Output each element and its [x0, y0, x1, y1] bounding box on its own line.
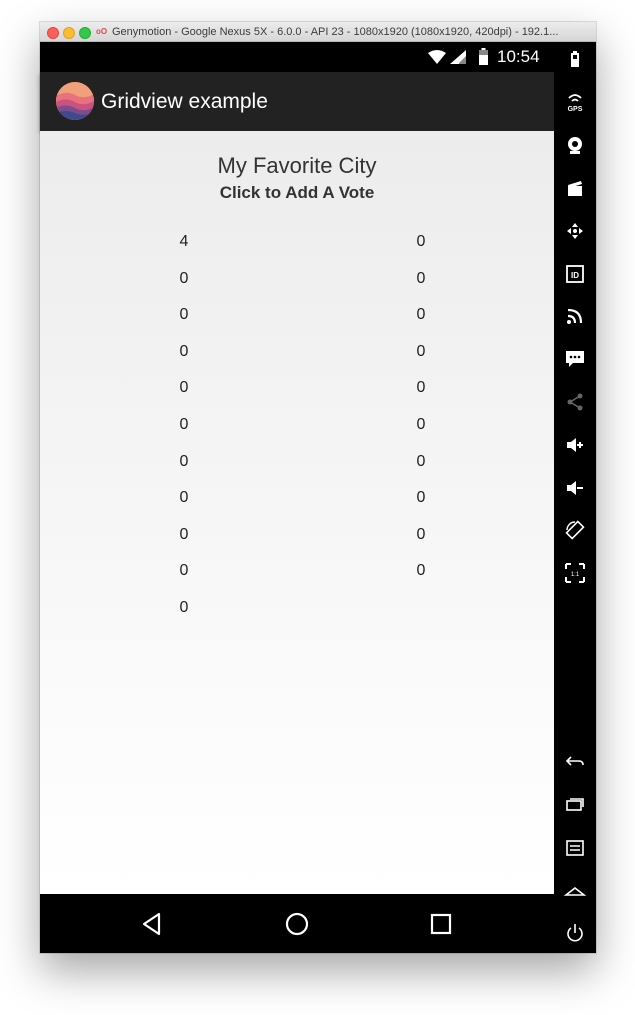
- vote-count-cell[interactable]: 0: [401, 304, 441, 326]
- genymotion-logo-icon: oO: [96, 27, 108, 36]
- vote-count-cell[interactable]: 0: [164, 597, 204, 619]
- close-window-button[interactable]: [47, 27, 59, 39]
- vote-count-cell[interactable]: 0: [164, 487, 204, 509]
- window-titlebar: oO Genymotion - Google Nexus 5X - 6.0.0 …: [40, 22, 596, 42]
- svg-text:ID: ID: [571, 271, 579, 280]
- vote-grid: 4 0 0 0 0 0 0 0 0 0 0 0 0 0 0 0 0 0 0 0 0: [40, 131, 554, 894]
- emulator-sidebar: GPS ID 1:1: [554, 42, 596, 953]
- genymotion-window: oO Genymotion - Google Nexus 5X - 6.0.0 …: [40, 22, 596, 953]
- vote-count-cell[interactable]: 0: [164, 560, 204, 582]
- battery-icon[interactable]: [564, 49, 586, 71]
- main-content: My Favorite City Click to Add A Vote 400…: [40, 131, 554, 894]
- power-icon[interactable]: [564, 922, 586, 944]
- phone-screen: 10:54 Gridview example My Favorite City …: [40, 42, 554, 953]
- navigation-bar: [40, 894, 554, 953]
- back-icon[interactable]: [564, 750, 586, 772]
- recents-square-icon[interactable]: [426, 909, 456, 939]
- svg-text:GPS: GPS: [568, 106, 583, 113]
- action-bar: Gridview example: [40, 72, 554, 131]
- home-icon[interactable]: [564, 879, 586, 901]
- signal-icon: [450, 50, 466, 64]
- volume-down-icon[interactable]: [564, 477, 586, 499]
- rotate-icon[interactable]: [564, 519, 586, 541]
- scale-icon[interactable]: 1:1: [564, 562, 586, 584]
- vote-count-cell[interactable]: 0: [164, 414, 204, 436]
- vote-count-cell[interactable]: 0: [164, 377, 204, 399]
- clapperboard-icon[interactable]: [564, 177, 586, 199]
- battery-icon: [479, 48, 488, 65]
- status-bar: 10:54: [40, 42, 554, 72]
- maximize-window-button[interactable]: [79, 27, 91, 39]
- webcam-icon[interactable]: [564, 134, 586, 156]
- vote-count-cell[interactable]: 0: [401, 377, 441, 399]
- vote-count-cell[interactable]: 0: [164, 341, 204, 363]
- menu-icon[interactable]: [564, 836, 586, 858]
- vote-count-cell[interactable]: 0: [401, 560, 441, 582]
- cast-icon[interactable]: [564, 305, 586, 327]
- vote-count-cell[interactable]: 0: [401, 487, 441, 509]
- vote-count-cell[interactable]: 0: [401, 414, 441, 436]
- wifi-icon: [428, 50, 446, 64]
- volume-up-icon[interactable]: [564, 434, 586, 456]
- vote-count-cell[interactable]: 0: [401, 524, 441, 546]
- status-time: 10:54: [497, 47, 540, 66]
- back-triangle-icon[interactable]: [139, 909, 169, 939]
- vote-count-cell[interactable]: 0: [401, 451, 441, 473]
- vote-count-cell[interactable]: 0: [401, 341, 441, 363]
- home-circle-icon[interactable]: [282, 909, 312, 939]
- app-title: Gridview example: [101, 90, 268, 113]
- vote-count-cell[interactable]: 0: [164, 304, 204, 326]
- dpad-icon[interactable]: [564, 220, 586, 242]
- app-logo-icon: [56, 82, 94, 120]
- id-icon[interactable]: ID: [564, 263, 586, 285]
- vote-count-cell[interactable]: 4: [164, 231, 204, 253]
- vote-count-cell[interactable]: 0: [164, 451, 204, 473]
- sms-icon[interactable]: [564, 348, 586, 370]
- minimize-window-button[interactable]: [63, 27, 75, 39]
- svg-text:1:1: 1:1: [571, 572, 580, 578]
- vote-count-cell[interactable]: 0: [164, 268, 204, 290]
- share-icon[interactable]: [564, 391, 586, 413]
- vote-count-cell[interactable]: 0: [401, 268, 441, 290]
- gps-icon[interactable]: GPS: [564, 91, 586, 113]
- recent-apps-icon[interactable]: [564, 793, 586, 815]
- vote-count-cell[interactable]: 0: [164, 524, 204, 546]
- vote-count-cell[interactable]: 0: [401, 231, 441, 253]
- window-title: Genymotion - Google Nexus 5X - 6.0.0 - A…: [112, 26, 559, 38]
